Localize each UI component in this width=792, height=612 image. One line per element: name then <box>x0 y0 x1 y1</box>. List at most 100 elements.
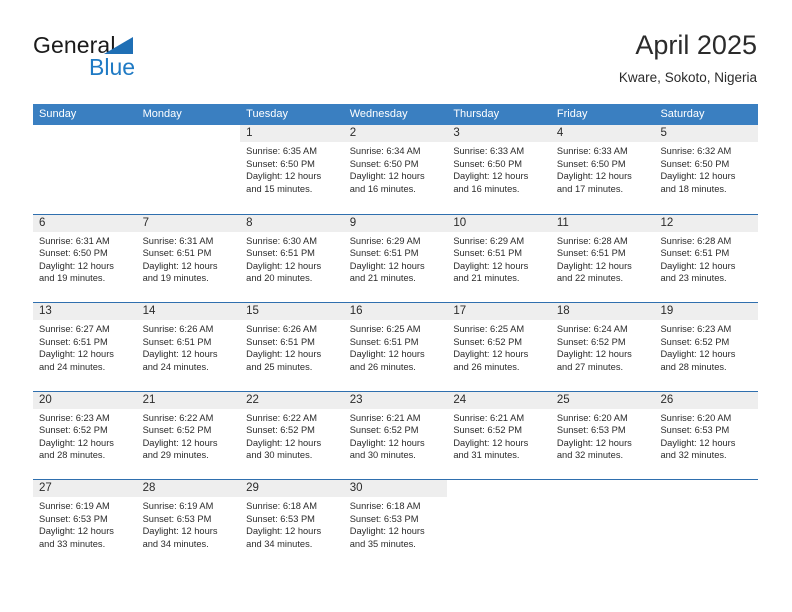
day-cell[interactable]: 28 Sunrise: 6:19 AM Sunset: 6:53 PM Dayl… <box>136 480 241 568</box>
day-cell[interactable]: 27 Sunrise: 6:19 AM Sunset: 6:53 PM Dayl… <box>33 480 137 568</box>
day-number: 23 <box>343 391 448 409</box>
day-cell[interactable]: 29 Sunrise: 6:18 AM Sunset: 6:53 PM Dayl… <box>240 480 344 568</box>
sunset-text: Sunset: 6:52 PM <box>349 425 419 435</box>
daylight-text-line2: and 15 minutes. <box>246 183 313 194</box>
day-cell[interactable]: 23 Sunrise: 6:21 AM Sunset: 6:52 PM Dayl… <box>343 391 448 480</box>
day-info: Sunrise: 6:31 AM Sunset: 6:50 PM Dayligh… <box>33 232 137 285</box>
day-cell[interactable]: 13 Sunrise: 6:27 AM Sunset: 6:51 PM Dayl… <box>33 303 137 391</box>
sunset-text: Sunset: 6:53 PM <box>556 425 626 435</box>
sunrise-text: Sunrise: 6:19 AM <box>39 501 110 511</box>
sunrise-text: Sunrise: 6:18 AM <box>246 501 317 511</box>
week-row: 6 Sunrise: 6:31 AM Sunset: 6:50 PM Dayli… <box>33 213 759 303</box>
day-number: 2 <box>343 125 448 142</box>
day-number: 18 <box>550 303 655 320</box>
day-cell[interactable] <box>551 480 655 568</box>
day-info: Sunrise: 6:25 AM Sunset: 6:52 PM Dayligh… <box>447 320 551 373</box>
day-cell[interactable] <box>137 125 241 214</box>
day-cell[interactable]: 25 Sunrise: 6:20 AM Sunset: 6:53 PM Dayl… <box>550 391 655 480</box>
day-cell[interactable]: 11 Sunrise: 6:28 AM Sunset: 6:51 PM Dayl… <box>550 214 655 303</box>
day-cell[interactable]: 4 Sunrise: 6:33 AM Sunset: 6:50 PM Dayli… <box>550 125 655 214</box>
day-number: 7 <box>136 214 241 232</box>
day-cell[interactable]: 18 Sunrise: 6:24 AM Sunset: 6:52 PM Dayl… <box>550 303 655 391</box>
day-cell[interactable]: 9 Sunrise: 6:29 AM Sunset: 6:51 PM Dayli… <box>343 214 448 303</box>
day-info: Sunrise: 6:29 AM Sunset: 6:51 PM Dayligh… <box>344 232 448 285</box>
daylight-text-line1: Daylight: 12 hours <box>660 171 736 181</box>
day-info: Sunrise: 6:30 AM Sunset: 6:51 PM Dayligh… <box>240 232 344 285</box>
day-number: 5 <box>654 125 759 142</box>
day-cell[interactable]: 30 Sunrise: 6:18 AM Sunset: 6:53 PM Dayl… <box>343 480 448 568</box>
day-info: Sunrise: 6:21 AM Sunset: 6:52 PM Dayligh… <box>344 409 448 462</box>
sunset-text: Sunset: 6:51 PM <box>142 336 212 347</box>
day-cell[interactable]: 21 Sunrise: 6:22 AM Sunset: 6:52 PM Dayl… <box>136 391 241 480</box>
calendar-page: General Blue April 2025 Kware, Sokoto, N… <box>0 0 792 612</box>
day-number: 22 <box>240 391 344 409</box>
daylight-text-line1: Daylight: 12 hours <box>142 349 218 359</box>
day-info: Sunrise: 6:21 AM Sunset: 6:52 PM Dayligh… <box>447 409 551 462</box>
daylight-text-line1: Daylight: 12 hours <box>453 171 529 181</box>
daylight-text-line2: and 21 minutes. <box>453 273 520 283</box>
day-cell[interactable] <box>33 125 137 214</box>
daylight-text-line2: and 19 minutes. <box>142 273 209 283</box>
title-block: April 2025 Kware, Sokoto, Nigeria <box>619 28 757 88</box>
day-info: Sunrise: 6:25 AM Sunset: 6:51 PM Dayligh… <box>344 320 448 373</box>
day-cell[interactable]: 22 Sunrise: 6:22 AM Sunset: 6:52 PM Dayl… <box>240 391 344 480</box>
day-number: 29 <box>240 480 344 497</box>
day-cell[interactable]: 19 Sunrise: 6:23 AM Sunset: 6:52 PM Dayl… <box>654 303 759 391</box>
daylight-text-line1: Daylight: 12 hours <box>349 437 425 448</box>
day-cell[interactable]: 6 Sunrise: 6:31 AM Sunset: 6:50 PM Dayli… <box>33 214 137 303</box>
daylight-text-line1: Daylight: 12 hours <box>39 349 114 359</box>
sunrise-text: Sunrise: 6:26 AM <box>246 324 317 334</box>
day-cell[interactable]: 15 Sunrise: 6:26 AM Sunset: 6:51 PM Dayl… <box>240 303 344 391</box>
day-cell[interactable]: 24 Sunrise: 6:21 AM Sunset: 6:52 PM Dayl… <box>447 391 551 480</box>
day-cell[interactable]: 14 Sunrise: 6:26 AM Sunset: 6:51 PM Dayl… <box>136 303 241 391</box>
day-number: 15 <box>240 303 344 320</box>
daylight-text-line2: and 26 minutes. <box>453 361 520 372</box>
general-blue-logo[interactable]: General Blue <box>33 32 213 88</box>
daylight-text-line1: Daylight: 12 hours <box>142 260 218 271</box>
day-cell[interactable]: 8 Sunrise: 6:30 AM Sunset: 6:51 PM Dayli… <box>240 214 344 303</box>
sunset-text: Sunset: 6:51 PM <box>246 248 315 258</box>
day-info: Sunrise: 6:27 AM Sunset: 6:51 PM Dayligh… <box>33 320 137 373</box>
week-row: 13 Sunrise: 6:27 AM Sunset: 6:51 PM Dayl… <box>33 302 759 391</box>
day-cell[interactable]: 3 Sunrise: 6:33 AM Sunset: 6:50 PM Dayli… <box>447 125 551 214</box>
day-number <box>447 480 551 497</box>
week-row: 1 Sunrise: 6:35 AM Sunset: 6:50 PM Dayli… <box>33 125 759 214</box>
day-cell[interactable]: 17 Sunrise: 6:25 AM Sunset: 6:52 PM Dayl… <box>447 303 551 391</box>
sunrise-text: Sunrise: 6:20 AM <box>660 412 732 423</box>
daylight-text-line1: Daylight: 12 hours <box>349 349 425 359</box>
day-cell[interactable]: 5 Sunrise: 6:32 AM Sunset: 6:50 PM Dayli… <box>654 125 759 214</box>
day-cell[interactable]: 16 Sunrise: 6:25 AM Sunset: 6:51 PM Dayl… <box>343 303 448 391</box>
day-number: 24 <box>447 391 551 409</box>
day-info: Sunrise: 6:33 AM Sunset: 6:50 PM Dayligh… <box>447 142 551 195</box>
daylight-text-line2: and 28 minutes. <box>39 450 106 460</box>
day-cell[interactable]: 20 Sunrise: 6:23 AM Sunset: 6:52 PM Dayl… <box>33 391 137 480</box>
sunrise-text: Sunrise: 6:27 AM <box>39 324 110 334</box>
daylight-text-line1: Daylight: 12 hours <box>660 437 736 448</box>
day-number <box>551 480 655 497</box>
page-header: General Blue April 2025 Kware, Sokoto, N… <box>33 28 757 94</box>
day-cell[interactable]: 7 Sunrise: 6:31 AM Sunset: 6:51 PM Dayli… <box>136 214 241 303</box>
sunset-text: Sunset: 6:53 PM <box>349 513 419 524</box>
day-number: 6 <box>33 214 137 232</box>
day-number: 13 <box>33 303 137 320</box>
day-number: 20 <box>33 391 137 409</box>
day-info: Sunrise: 6:19 AM Sunset: 6:53 PM Dayligh… <box>137 497 241 550</box>
day-cell[interactable] <box>654 480 758 568</box>
day-number: 16 <box>343 303 448 320</box>
daylight-text-line1: Daylight: 12 hours <box>556 171 632 181</box>
day-info: Sunrise: 6:18 AM Sunset: 6:53 PM Dayligh… <box>240 497 344 550</box>
sunrise-text: Sunrise: 6:29 AM <box>349 235 421 246</box>
day-cell[interactable]: 26 Sunrise: 6:20 AM Sunset: 6:53 PM Dayl… <box>654 391 759 480</box>
day-cell[interactable] <box>447 480 551 568</box>
daylight-text-line2: and 16 minutes. <box>349 183 416 194</box>
day-number: 1 <box>240 125 344 142</box>
day-cell[interactable]: 2 Sunrise: 6:34 AM Sunset: 6:50 PM Dayli… <box>343 125 448 214</box>
day-info: Sunrise: 6:19 AM Sunset: 6:53 PM Dayligh… <box>33 497 137 550</box>
sunset-text: Sunset: 6:51 PM <box>349 248 419 258</box>
day-info: Sunrise: 6:31 AM Sunset: 6:51 PM Dayligh… <box>137 232 241 285</box>
day-cell[interactable]: 10 Sunrise: 6:29 AM Sunset: 6:51 PM Dayl… <box>447 214 551 303</box>
day-cell[interactable]: 1 Sunrise: 6:35 AM Sunset: 6:50 PM Dayli… <box>240 125 344 214</box>
daylight-text-line1: Daylight: 12 hours <box>556 349 632 359</box>
daylight-text-line2: and 21 minutes. <box>349 273 416 283</box>
day-cell[interactable]: 12 Sunrise: 6:28 AM Sunset: 6:51 PM Dayl… <box>654 214 759 303</box>
